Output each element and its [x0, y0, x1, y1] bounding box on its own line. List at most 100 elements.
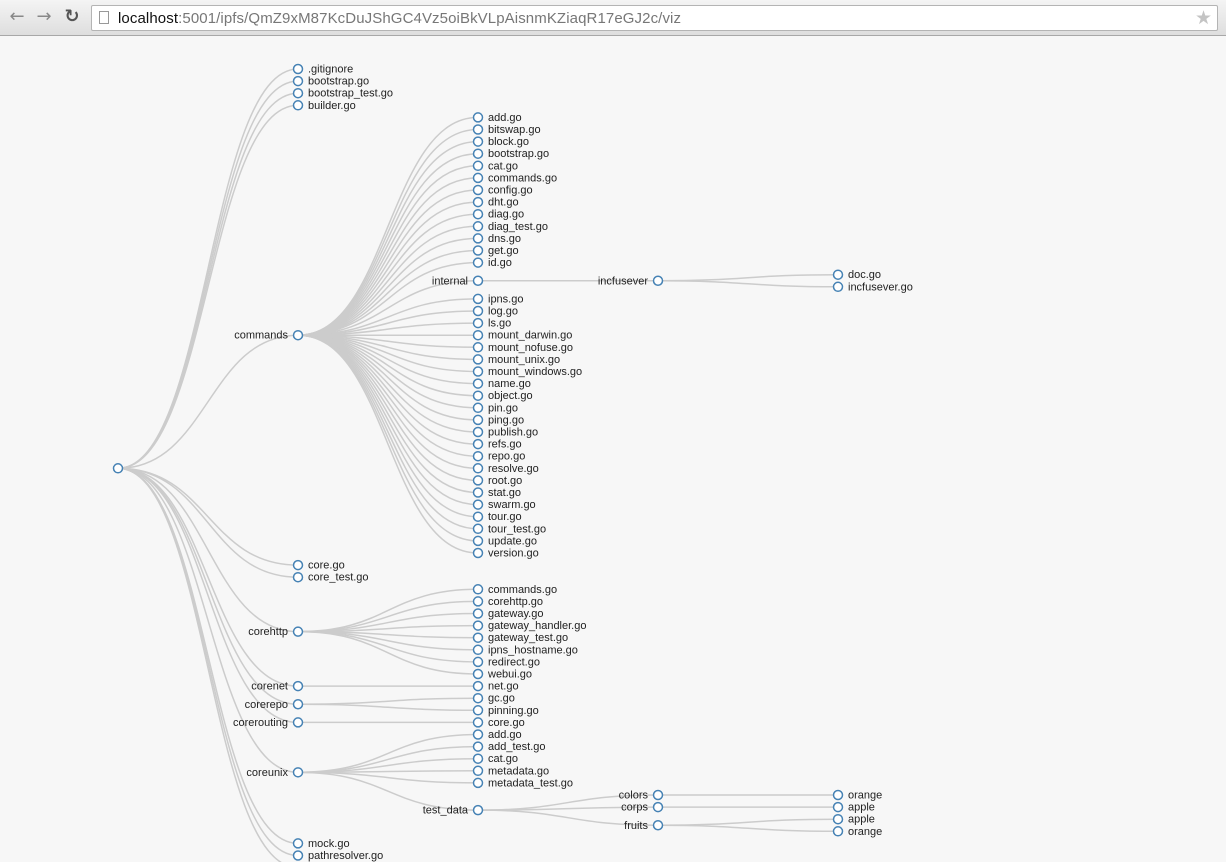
tree-node-file[interactable]: net.go [472, 680, 519, 693]
node-circle[interactable] [472, 668, 484, 680]
node-circle[interactable] [472, 499, 484, 510]
node-circle[interactable] [472, 342, 484, 353]
node-circle[interactable] [472, 450, 484, 462]
node-circle[interactable] [472, 741, 484, 752]
tree-node-file[interactable]: commands.go [472, 172, 558, 184]
node-circle[interactable] [832, 269, 844, 280]
node-circle[interactable] [292, 717, 304, 728]
node-circle[interactable] [292, 850, 304, 861]
node-circle[interactable] [472, 196, 484, 208]
tree-node-file[interactable]: bootstrap_test.go [292, 87, 394, 100]
tree-node-folder[interactable]: test_data [423, 804, 484, 817]
tree-node-file[interactable]: core.go [292, 560, 345, 572]
node-circle[interactable] [472, 511, 484, 522]
node-circle[interactable] [472, 233, 484, 244]
tree-node-folder[interactable]: corerepo [245, 699, 304, 711]
address-bar[interactable]: localhost:5001/ipfs/QmZ9xM87KcDuJShGC4Vz… [91, 5, 1218, 31]
url-text[interactable]: localhost:5001/ipfs/QmZ9xM87KcDuJShGC4Vz… [118, 10, 681, 27]
node-circle[interactable] [472, 378, 484, 389]
node-circle[interactable] [472, 305, 484, 317]
node-circle[interactable] [652, 789, 664, 801]
node-circle[interactable] [472, 426, 484, 438]
tree-node-file[interactable]: update.go [472, 535, 537, 547]
arrow-left-icon[interactable]: ← [6, 6, 28, 28]
node-circle[interactable] [472, 656, 484, 668]
node-circle[interactable] [292, 767, 304, 778]
node-circle[interactable] [292, 571, 304, 583]
tree-node-file[interactable]: commands.go [472, 584, 558, 596]
tree-node-file[interactable]: metadata_test.go [472, 777, 574, 789]
tree-node-file[interactable]: gateway.go [472, 608, 544, 620]
node-circle[interactable] [472, 644, 484, 656]
node-circle[interactable] [472, 390, 484, 401]
tree-node-folder[interactable]: corenet [251, 680, 304, 693]
node-circle[interactable] [472, 705, 484, 716]
tree-node-folder[interactable]: colors [619, 789, 664, 802]
node-circle[interactable] [472, 317, 484, 329]
tree-node-file[interactable]: mount_darwin.go [472, 329, 573, 342]
reload-icon[interactable]: ↻ [61, 6, 83, 28]
tree-node-file[interactable]: pin.go [472, 402, 518, 414]
node-circle[interactable] [832, 801, 844, 813]
tree-node-file[interactable]: bootstrap.go [292, 75, 370, 88]
tree-node-file[interactable]: apple [832, 814, 875, 826]
tree-node-file[interactable]: add.go [472, 112, 522, 124]
tree-node-file[interactable]: tour.go [472, 511, 522, 523]
node-circle[interactable] [292, 87, 304, 99]
tree-node-file[interactable]: log.go [472, 305, 518, 318]
node-circle[interactable] [472, 438, 484, 450]
node-circle[interactable] [472, 329, 484, 341]
node-circle[interactable] [292, 329, 304, 341]
tree-node-file[interactable]: diag_test.go [472, 221, 548, 233]
node-circle[interactable] [832, 826, 844, 837]
node-circle[interactable] [472, 632, 484, 643]
node-circle[interactable] [652, 820, 664, 831]
tree-node-file[interactable]: redirect.go [472, 656, 540, 668]
tree-node-file[interactable]: .gitignore [292, 63, 354, 76]
tree-node-folder[interactable]: corehttp [248, 626, 304, 638]
node-circle[interactable] [472, 777, 484, 789]
node-circle[interactable] [472, 547, 484, 559]
node-circle[interactable] [472, 124, 484, 135]
tree-node-folder[interactable]: corps [621, 802, 664, 814]
node-circle[interactable] [472, 680, 484, 692]
node-circle[interactable] [472, 804, 484, 816]
node-circle[interactable] [112, 463, 124, 474]
tree-node-file[interactable]: id.go [472, 257, 512, 269]
node-circle[interactable] [472, 257, 484, 268]
node-circle[interactable] [472, 354, 484, 365]
tree-node-file[interactable]: get.go [472, 245, 519, 257]
tree-node-file[interactable]: gc.go [472, 692, 515, 705]
node-circle[interactable] [292, 75, 304, 87]
tree-node-folder[interactable]: internal [432, 275, 484, 287]
node-circle[interactable] [292, 699, 304, 710]
node-circle[interactable] [472, 475, 484, 486]
tree-node-file[interactable]: object.go [472, 390, 533, 402]
tree-node-file[interactable]: resolve.go [472, 463, 539, 475]
node-circle[interactable] [472, 172, 484, 184]
node-circle[interactable] [472, 608, 484, 619]
tree-node-file[interactable]: gateway_handler.go [472, 620, 587, 632]
node-circle[interactable] [292, 100, 304, 111]
node-circle[interactable] [472, 463, 484, 474]
node-circle[interactable] [292, 680, 304, 692]
tree-node-file[interactable]: mount_windows.go [472, 366, 583, 378]
tree-node-file[interactable]: webui.go [472, 668, 533, 681]
node-circle[interactable] [472, 366, 484, 377]
node-circle[interactable] [472, 293, 484, 305]
node-circle[interactable] [832, 789, 844, 801]
tree-node-folder[interactable]: corerouting [233, 717, 304, 729]
node-circle[interactable] [472, 208, 484, 220]
tree-node-file[interactable]: pinning.go [472, 705, 539, 717]
tree-node-file[interactable]: tour_test.go [472, 523, 547, 535]
node-circle[interactable] [292, 838, 304, 849]
node-circle[interactable] [472, 523, 484, 535]
tree-node-file[interactable]: bootstrap.go [472, 148, 550, 160]
tree-node-file[interactable]: gateway_test.go [472, 632, 569, 644]
tree-node-file[interactable]: orange [832, 789, 883, 802]
node-circle[interactable] [472, 692, 484, 704]
node-circle[interactable] [472, 148, 484, 159]
node-circle[interactable] [292, 63, 304, 75]
node-circle[interactable] [472, 729, 484, 740]
node-circle[interactable] [472, 221, 484, 232]
